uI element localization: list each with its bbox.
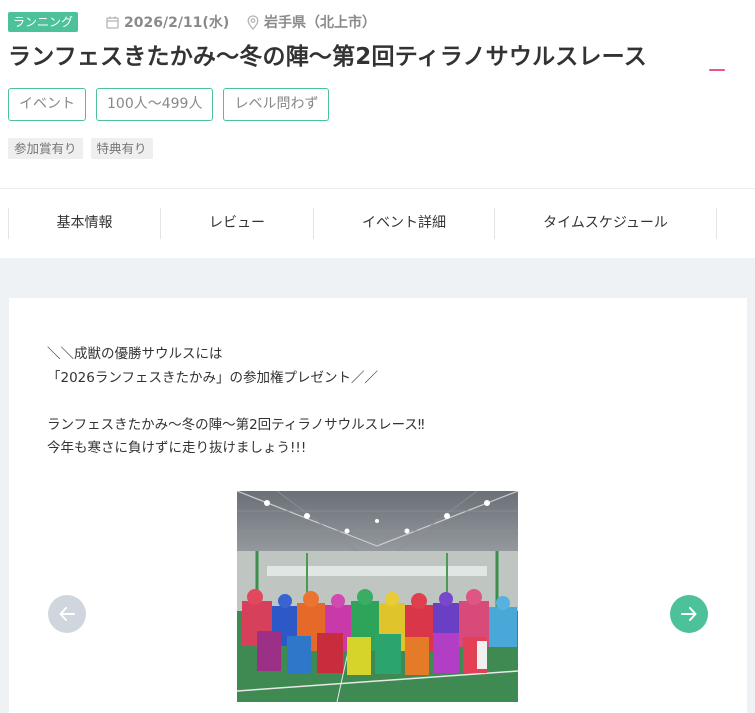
event-location-text: 岩手県（北上市） — [264, 15, 376, 31]
event-date: 2026/2/11(水) — [106, 12, 229, 32]
tab-event-details[interactable]: イベント詳細 — [314, 208, 494, 239]
tab-separator — [716, 208, 717, 239]
tag-event-type[interactable]: イベント — [8, 88, 86, 121]
tag-level[interactable]: レベル問わず — [223, 88, 330, 121]
page-title: ランフェスきたかみ～冬の陣～第2回ティラノサウルスレース — [8, 44, 647, 70]
description-line: ＼＼成獣の優勝サウルスには — [47, 346, 223, 362]
chip-bonus: 特典有り — [90, 138, 153, 159]
tab-review[interactable]: レビュー — [161, 208, 313, 239]
calendar-icon — [106, 16, 119, 29]
carousel-image[interactable] — [237, 491, 518, 702]
section-tabs: 基本情報 レビュー イベント詳細 タイムスケジュール — [0, 208, 755, 239]
chip-participation-prize: 参加賞有り — [8, 138, 83, 159]
tab-basic-info[interactable]: 基本情報 — [9, 208, 160, 239]
gymnasium-photo — [237, 491, 518, 702]
event-date-text: 2026/2/11(水) — [124, 15, 230, 31]
event-chips: 参加賞有り 特典有り — [8, 138, 153, 159]
event-tags: イベント 100人～499人 レベル問わず — [8, 88, 330, 121]
description-line: 「2026ランフェスきたかみ」の参加権プレゼント／／ — [47, 369, 378, 386]
event-header: ランニング 2026/2/11(水) 岩手県（北上市） ランフェスきたかみ～冬の… — [0, 0, 755, 189]
tab-time-schedule[interactable]: タイムスケジュール — [495, 208, 716, 239]
category-badge[interactable]: ランニング — [8, 12, 79, 32]
pink-accent-mark — [709, 69, 725, 71]
event-location: 岩手県（北上市） — [247, 12, 376, 32]
description-line: ランフェスきたかみ～冬の陣～第2回ティラノサウルスレース‼ — [47, 416, 425, 433]
location-pin-icon — [247, 14, 259, 30]
arrow-left-icon — [59, 607, 75, 621]
header-divider — [0, 188, 755, 189]
description-line: 今年も寒さに負けずに走り抜けましょう!!! — [47, 440, 307, 456]
arrow-right-icon — [681, 607, 697, 621]
event-description: ＼＼成獣の優勝サウルスには 「2026ランフェスきたかみ」の参加権プレゼント／／… — [47, 343, 424, 461]
carousel-next-button[interactable] — [670, 595, 708, 633]
description-blank-line — [47, 390, 424, 414]
carousel-prev-button[interactable] — [48, 595, 86, 633]
tag-capacity[interactable]: 100人～499人 — [96, 88, 214, 121]
